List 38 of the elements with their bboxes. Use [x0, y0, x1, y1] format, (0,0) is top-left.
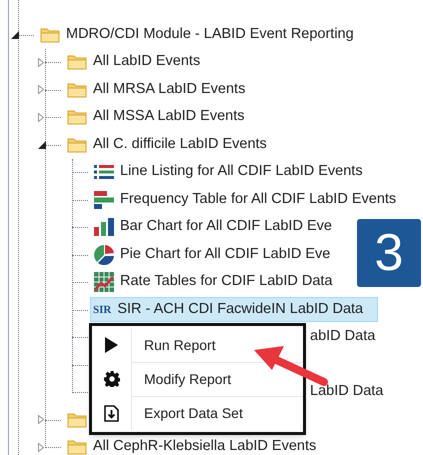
- bar-chart-icon: [94, 218, 114, 236]
- tree-item[interactable]: All LabID Events: [63, 50, 206, 75]
- expand-icon[interactable]: [38, 415, 44, 424]
- menu-item[interactable]: Run Report: [132, 328, 303, 362]
- expand-icon[interactable]: [38, 85, 44, 94]
- tree-item[interactable]: SIR SIR - ACH CDI FacwideIN LabID Data: [90, 297, 378, 322]
- tree-item[interactable]: Frequency Table for All CDIF LabID Events: [90, 187, 402, 212]
- tree-item[interactable]: Bar Chart for All CDIF LabID Eve: [90, 214, 337, 240]
- play-icon: [105, 337, 118, 353]
- tree-item[interactable]: Rate Tables for CDIF LabID Data: [90, 270, 338, 295]
- tree-item[interactable]: All MRSA LabID Events: [63, 77, 250, 102]
- list-icon: [94, 164, 114, 180]
- download-icon: [104, 404, 119, 422]
- expand-icon[interactable]: [38, 58, 44, 67]
- bar-chart-icon: [94, 190, 114, 209]
- menu-item[interactable]: Export Data Set: [132, 396, 303, 430]
- folder-icon: [40, 26, 60, 43]
- folder-icon: [67, 54, 87, 70]
- gear-icon: [104, 371, 120, 387]
- collapse-icon[interactable]: [11, 30, 19, 39]
- pie-chart-icon: [94, 244, 114, 265]
- collapse-icon[interactable]: [38, 140, 46, 149]
- report-type-label: SIR: [93, 302, 112, 318]
- tree-item[interactable]: MDRO/CDI Module - LABID Event Reporting: [36, 22, 359, 48]
- step-number-badge: 3: [357, 219, 421, 287]
- folder-icon: [67, 82, 87, 98]
- folder-icon: [67, 109, 87, 126]
- tree-item[interactable]: All CephR-Klebsiella LabID Events: [63, 434, 322, 455]
- folder-icon: [67, 412, 87, 428]
- folder-icon: [67, 439, 87, 455]
- expand-icon[interactable]: [38, 112, 44, 122]
- tree-item[interactable]: Pie Chart for All CDIF LabID Eve: [90, 242, 336, 268]
- tree-item[interactable]: All MSSA LabID Events: [63, 104, 250, 130]
- tree-item[interactable]: All C. difficile LabID Events: [63, 132, 272, 158]
- folder-icon: [67, 136, 87, 153]
- expand-icon[interactable]: [38, 442, 44, 452]
- tree-item[interactable]: Line Listing for All CDIF LabID Events: [90, 160, 368, 185]
- table-chart-icon: [94, 272, 114, 292]
